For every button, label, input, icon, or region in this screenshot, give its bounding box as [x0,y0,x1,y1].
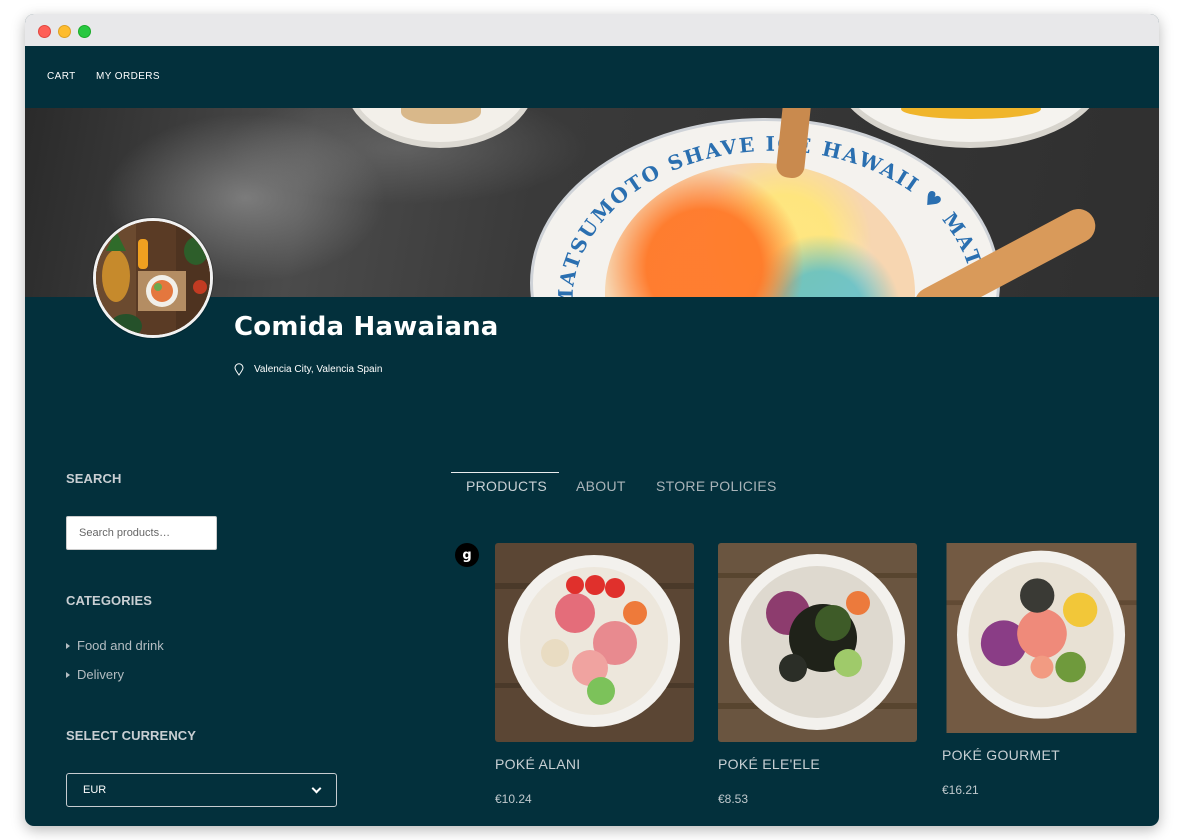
tab-about[interactable]: ABOUT [576,478,626,494]
product-name[interactable]: POKÉ GOURMET [942,747,1060,763]
close-window-button[interactable] [38,25,51,38]
maximize-window-button[interactable] [78,25,91,38]
store-name: Comida Hawaiana [234,312,499,342]
tab-products[interactable]: PRODUCTS [466,478,547,494]
window-titlebar [25,14,1159,46]
triangle-right-icon [66,642,70,649]
category-label: Delivery [77,667,124,682]
store-avatar [93,218,213,338]
product-card: POKÉ GOURMET €16.21 [942,543,1141,797]
category-label: Food and drink [77,638,164,653]
product-image[interactable] [718,543,917,742]
currency-select-value: EUR [83,784,107,796]
nav-my-orders-link[interactable]: MY ORDERS [96,71,160,82]
product-name[interactable]: POKÉ ALANI [495,756,580,772]
product-image[interactable] [942,543,1141,733]
product-price: €10.24 [495,792,532,806]
floating-badge[interactable]: g [455,543,479,567]
product-card: POKÉ ELE'ELE €8.53 [718,543,917,806]
browser-window: CART MY ORDERS MATSUMOTO SHAVE ICE HAWAI… [25,14,1159,826]
product-name[interactable]: POKÉ ELE'ELE [718,756,820,772]
currency-select[interactable]: EUR [66,773,337,807]
currency-heading: SELECT CURRENCY [66,728,197,743]
product-price: €16.21 [942,783,979,797]
store-location: Valencia City, Valencia Spain [234,361,382,377]
category-link-food-and-drink[interactable]: Food and drink [66,638,164,653]
categories-heading: CATEGORIES [66,593,152,608]
top-navigation: CART MY ORDERS [25,46,1159,108]
search-heading: SEARCH [66,471,122,486]
tab-store-policies[interactable]: STORE POLICIES [656,478,777,494]
chevron-down-icon [311,783,322,793]
product-card: POKÉ ALANI €10.24 [495,543,694,806]
product-image[interactable] [495,543,694,742]
banner-plate [345,108,535,148]
map-pin-icon [234,362,244,376]
nav-cart-link[interactable]: CART [47,71,76,82]
triangle-right-icon [66,671,70,678]
active-tab-indicator [451,472,559,473]
search-products-input[interactable] [66,516,217,550]
minimize-window-button[interactable] [58,25,71,38]
store-location-text: Valencia City, Valencia Spain [254,363,383,375]
category-link-delivery[interactable]: Delivery [66,667,124,682]
product-price: €8.53 [718,792,749,806]
